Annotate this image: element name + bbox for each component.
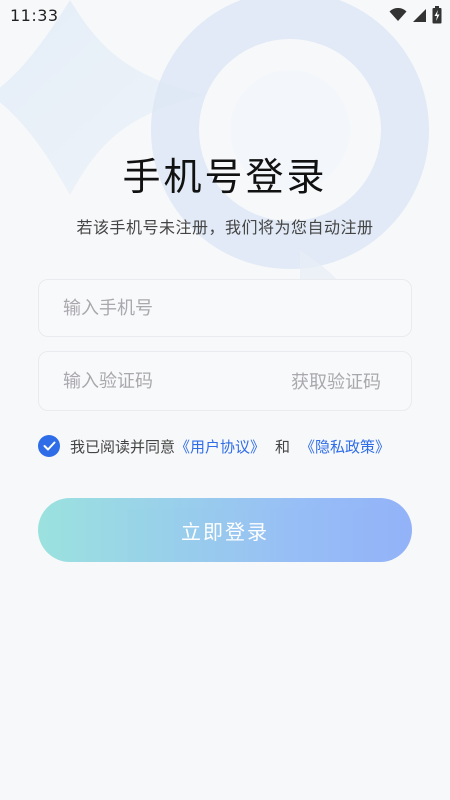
status-icons: [389, 6, 442, 24]
status-time: 11:33: [10, 5, 59, 25]
status-bar: 11:33: [0, 0, 450, 30]
page-title: 手机号登录: [122, 155, 328, 199]
wifi-icon: [389, 8, 407, 21]
login-screen: 手机号登录 若该手机号未注册，我们将为您自动注册 获取验证码 我已阅读并同意 《…: [0, 0, 450, 800]
verification-code-input[interactable]: [39, 352, 281, 410]
agreement-conjunction: 和: [275, 437, 291, 456]
checkmark-icon: [43, 441, 55, 451]
page-subtitle: 若该手机号未注册，我们将为您自动注册: [76, 218, 374, 237]
agreement-text: 我已阅读并同意: [70, 437, 176, 456]
privacy-policy-link[interactable]: 《隐私政策》: [300, 436, 390, 457]
login-button[interactable]: 立即登录: [38, 498, 412, 562]
phone-field: [38, 279, 412, 337]
get-code-button[interactable]: 获取验证码: [281, 352, 411, 410]
verification-code-field: 获取验证码: [38, 351, 412, 411]
agreement-checkbox[interactable]: [38, 435, 60, 457]
agreement-row: 我已阅读并同意 《用户协议》 和 《隐私政策》: [38, 433, 390, 459]
phone-input[interactable]: [39, 280, 411, 336]
cellular-signal-icon: [413, 8, 426, 22]
battery-charging-icon: [432, 6, 442, 24]
user-agreement-link[interactable]: 《用户协议》: [175, 436, 265, 457]
